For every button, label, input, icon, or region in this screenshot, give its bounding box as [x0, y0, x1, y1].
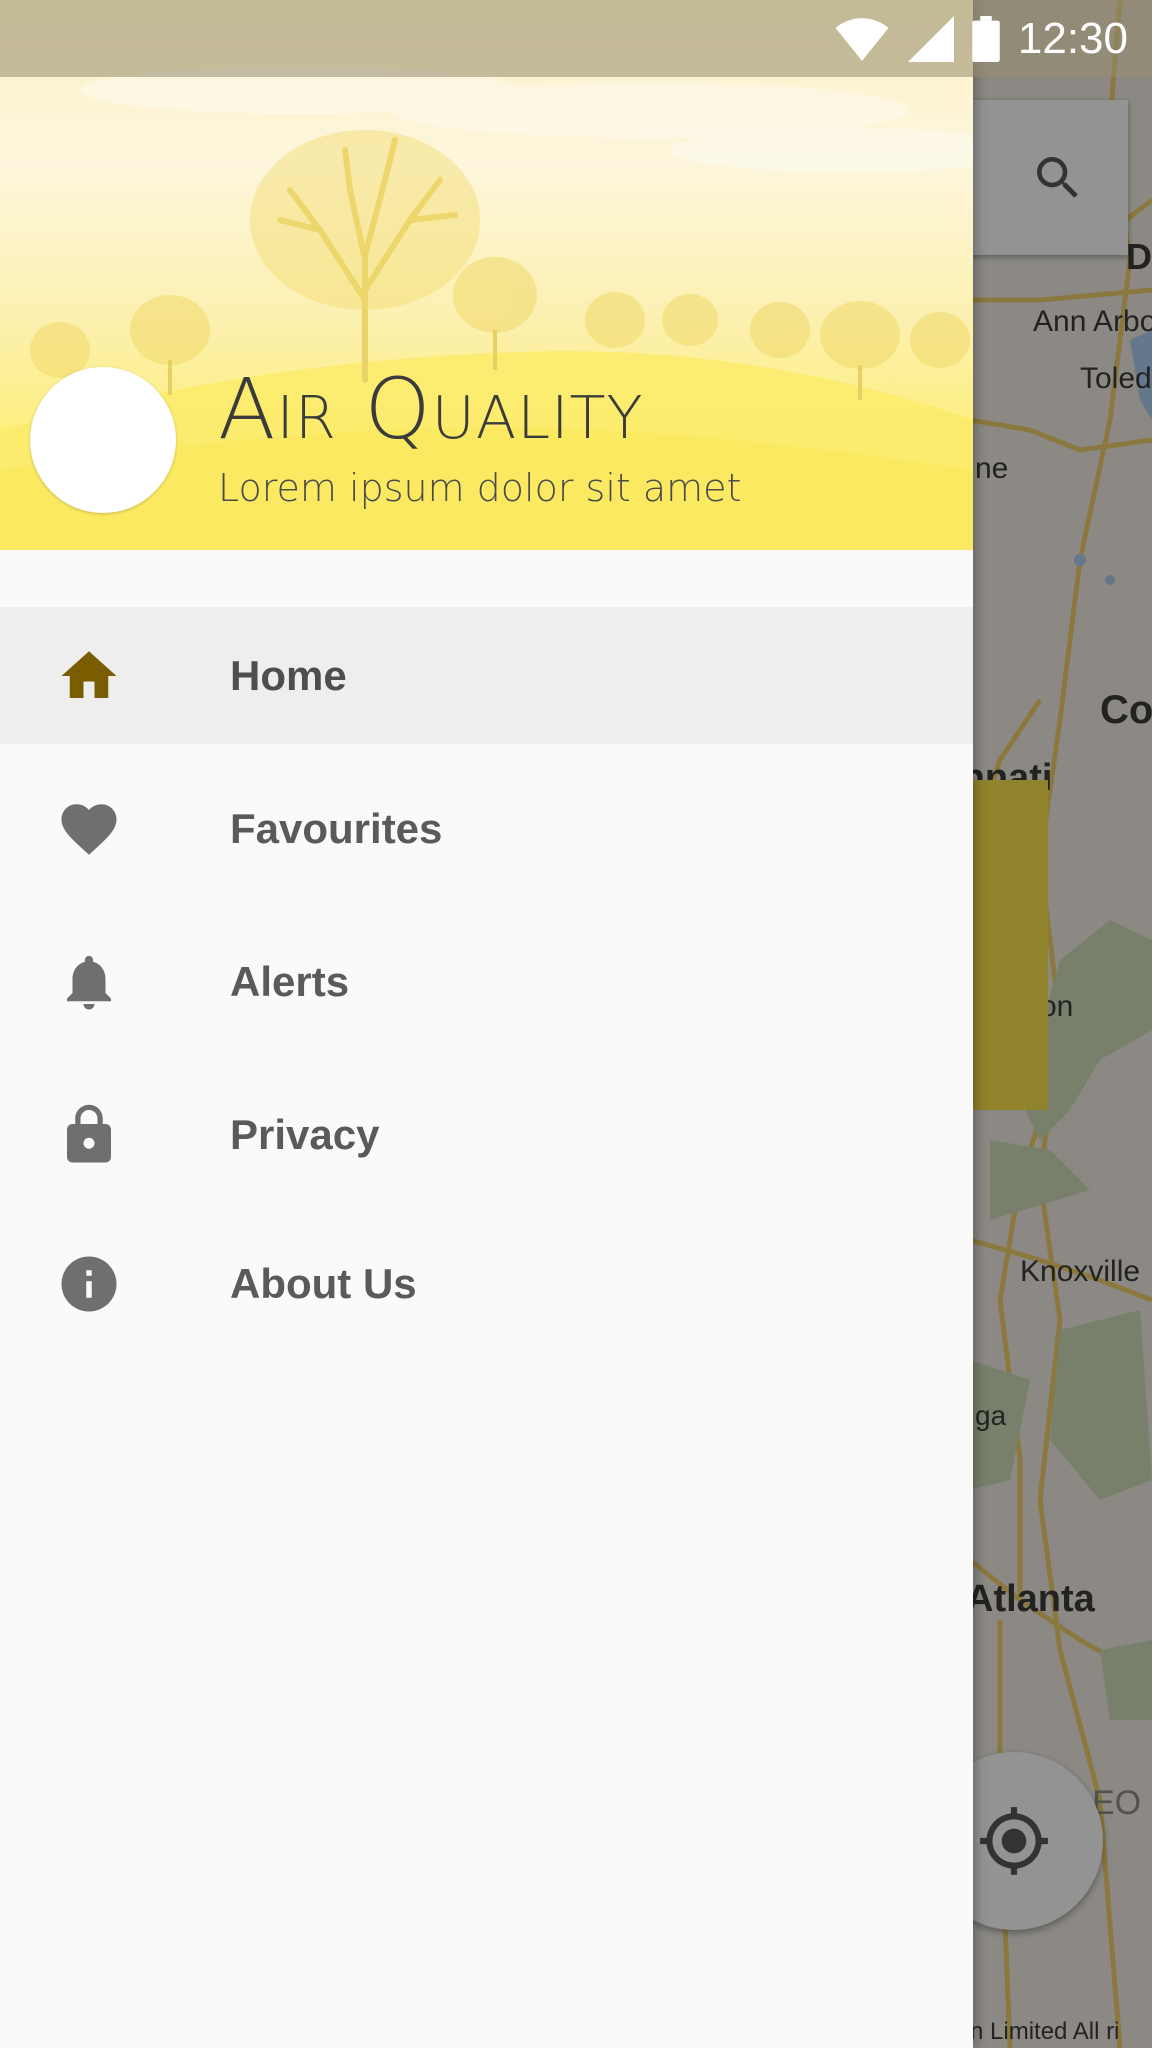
signal-icon	[907, 16, 954, 62]
menu-item-home[interactable]: Home	[0, 607, 973, 744]
menu-item-label: Privacy	[230, 1110, 380, 1158]
app-subtitle: Lorem ipsum dolor sit amet	[218, 466, 742, 510]
menu-item-label: Alerts	[230, 957, 350, 1005]
wifi-icon	[835, 18, 889, 61]
drawer-header: Air Quality Lorem ipsum dolor sit amet	[0, 0, 973, 550]
heart-icon	[56, 796, 122, 862]
battery-icon	[972, 16, 1000, 62]
bell-icon	[56, 949, 122, 1015]
menu-item-label: About Us	[230, 1259, 417, 1307]
status-icons: 12:30	[834, 14, 1128, 64]
avatar[interactable]	[30, 367, 176, 513]
status-bar: 12:30	[0, 0, 1152, 77]
menu-item-alerts[interactable]: Alerts	[0, 913, 973, 1050]
navigation-drawer: Air Quality Lorem ipsum dolor sit amet H…	[0, 0, 973, 2048]
menu-item-favourites[interactable]: Favourites	[0, 760, 973, 897]
info-icon	[56, 1251, 122, 1317]
status-time: 12:30	[1017, 14, 1128, 63]
menu-item-privacy[interactable]: Privacy	[0, 1066, 973, 1203]
menu-item-label: Favourites	[230, 804, 443, 852]
lock-icon	[56, 1102, 122, 1168]
menu-item-about-us[interactable]: About Us	[0, 1215, 973, 1352]
app-title: Air Quality	[218, 360, 644, 458]
menu-item-label: Home	[230, 651, 347, 699]
drawer-menu: Home Favourites Alerts Privacy About Us	[0, 607, 973, 1352]
home-icon	[56, 643, 122, 709]
